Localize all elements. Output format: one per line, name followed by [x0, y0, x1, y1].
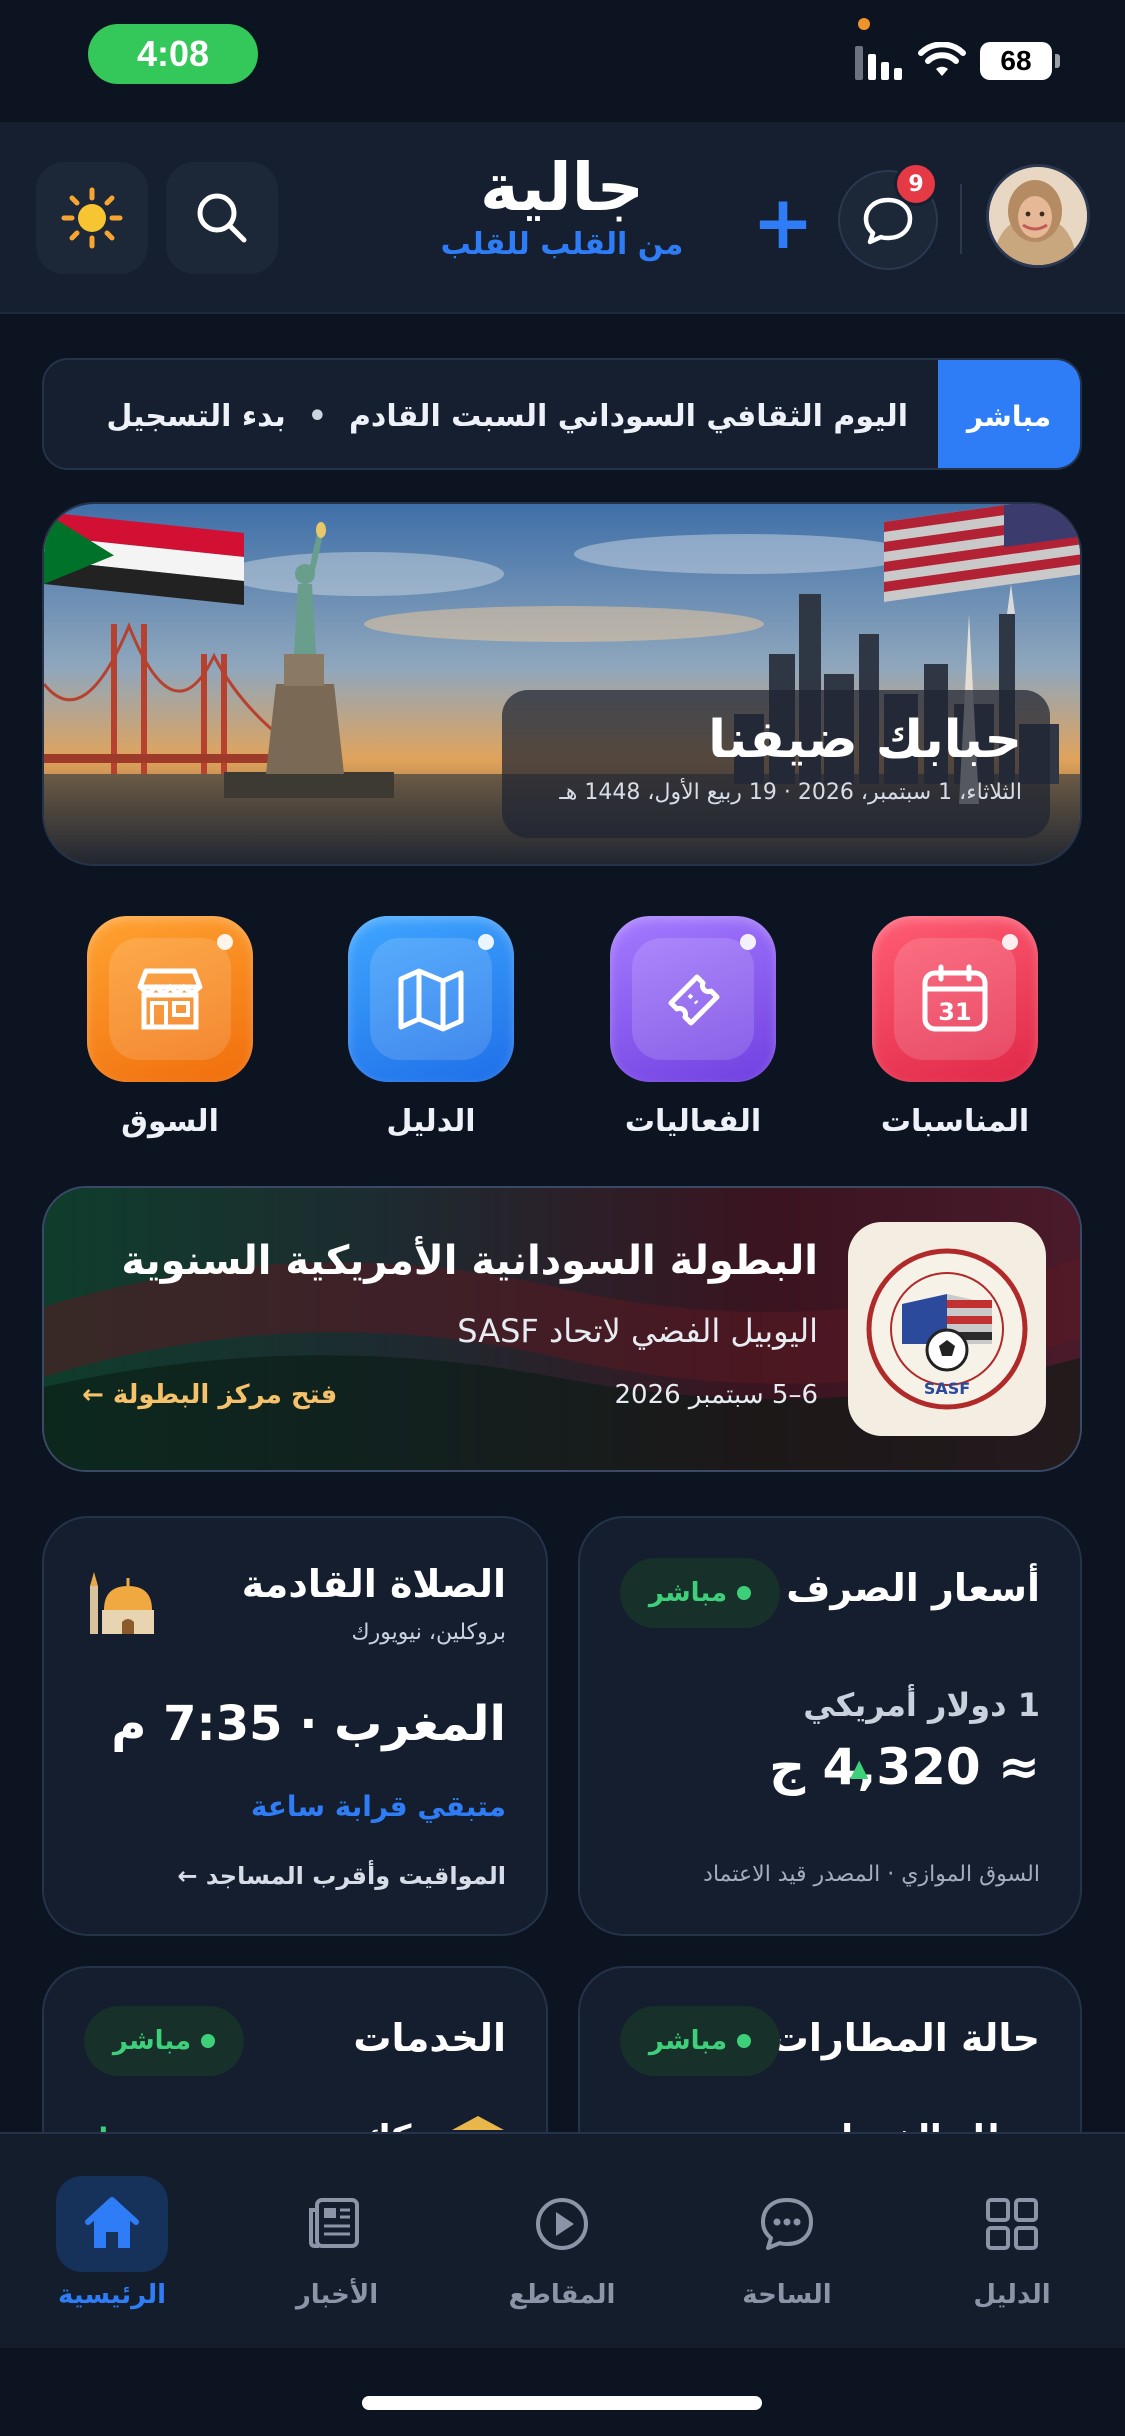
- card-title: حالة المطارات: [770, 2016, 1040, 2060]
- prayer-remaining: متبقي قرابة ساعة: [250, 1790, 506, 1823]
- ticker-live-label: مباشر: [938, 360, 1080, 468]
- map-icon: [348, 916, 514, 1082]
- exchange-source: السوق الموازي · المصدر قيد الاعتماد: [703, 1862, 1040, 1887]
- quick-action-label: الدليل: [386, 1104, 476, 1139]
- championship-subtitle: اليوبيل الفضي لاتحاد SASF: [457, 1312, 818, 1350]
- ticker-item: بدء التسجيل: [106, 398, 286, 434]
- nav-label: الساحة: [742, 2280, 832, 2310]
- trend-up-icon: ▲: [850, 1754, 869, 1782]
- add-post-button[interactable]: +: [752, 186, 814, 260]
- store-icon: [87, 916, 253, 1082]
- quick-action-events[interactable]: 31 المناسبات: [855, 916, 1055, 1139]
- championship-dates: 6–5 سبتمبر 2026: [614, 1380, 819, 1410]
- nav-news[interactable]: الأخبار: [237, 2134, 437, 2350]
- user-avatar[interactable]: [986, 164, 1090, 268]
- app-header: جالية من القلب للقلب + 9: [0, 122, 1125, 314]
- bottom-navigation: الرئيسية الأخبار المقاطع الساحة الدليل: [0, 2132, 1125, 2348]
- battery-icon: 68: [980, 42, 1060, 80]
- quick-actions: 31 المناسبات الفعاليات الدليل السوق: [0, 916, 1125, 1156]
- app-tagline: من القلب للقلب: [440, 226, 684, 262]
- mosque-icon: [90, 1572, 154, 1634]
- ticket-icon: [610, 916, 776, 1082]
- nav-label: الدليل: [973, 2280, 1051, 2310]
- prayer-location: بروكلين، نيويورك: [351, 1620, 507, 1645]
- nav-label: الأخبار: [295, 2280, 379, 2310]
- ticker-separator: •: [307, 398, 327, 434]
- live-dot: [737, 2034, 752, 2048]
- sasf-logo: SASF: [848, 1222, 1046, 1436]
- championship-title: البطولة السودانية الأمريكية السنوية: [121, 1238, 818, 1284]
- status-bar: 4:08 68: [0, 0, 1125, 120]
- live-badge: مباشر: [620, 2006, 780, 2076]
- card-title: الصلاة القادمة: [241, 1562, 506, 1606]
- cellular-signal-icon: [852, 44, 902, 80]
- card-title: الخدمات: [353, 2016, 506, 2060]
- notification-badge: 9: [894, 162, 938, 206]
- search-icon: [197, 193, 247, 243]
- ticker-text: اليوم الثقافي السوداني السبت القادم • بد…: [106, 360, 908, 468]
- live-label: مباشر: [648, 1578, 728, 1608]
- news-icon: [281, 2176, 393, 2272]
- quick-action-label: السوق: [121, 1104, 219, 1139]
- nav-clips[interactable]: المقاطع: [462, 2134, 662, 2350]
- grid-icon: [956, 2176, 1068, 2272]
- card-title: أسعار الصرف: [786, 1566, 1040, 1610]
- prayer-next-time: المغرب · 7:35 م: [111, 1696, 506, 1752]
- privacy-indicator: [858, 18, 870, 30]
- live-label: مباشر: [112, 2026, 192, 2056]
- live-badge: مباشر: [620, 1558, 780, 1628]
- app-title: جالية: [479, 149, 645, 226]
- exchange-unit: 1 دولار أمريكي: [803, 1686, 1040, 1724]
- live-dot: [201, 2034, 216, 2048]
- logo-text: SASF: [924, 1379, 970, 1398]
- open-championship-link[interactable]: فتح مركز البطولة ←: [82, 1380, 337, 1410]
- exchange-value: ≈ 4,320 ج: [769, 1738, 1040, 1796]
- status-time: 4:08: [88, 24, 258, 84]
- home-indicator[interactable]: [362, 2396, 762, 2410]
- nav-directory[interactable]: الدليل: [912, 2134, 1112, 2350]
- nav-home[interactable]: الرئيسية: [12, 2134, 212, 2350]
- quick-action-activities[interactable]: الفعاليات: [593, 916, 793, 1139]
- home-icon: [56, 2176, 168, 2272]
- next-prayer-card[interactable]: الصلاة القادمة بروكلين، نيويورك المغرب ·…: [42, 1516, 548, 1936]
- news-ticker[interactable]: مباشر اليوم الثقافي السوداني السبت القاد…: [42, 358, 1082, 470]
- messages-button[interactable]: 9: [838, 162, 938, 270]
- calendar-icon: 31: [872, 916, 1038, 1082]
- quick-action-label: المناسبات: [880, 1104, 1030, 1139]
- play-icon: [506, 2176, 618, 2272]
- bottom-safe-area: [0, 2348, 1125, 2436]
- app-brand: جالية من القلب للقلب: [412, 149, 712, 262]
- championship-banner[interactable]: SASF البطولة السودانية الأمريكية السنوية…: [42, 1186, 1082, 1472]
- ticker-item: اليوم الثقافي السوداني السبت القادم: [348, 398, 908, 434]
- nav-label: المقاطع: [508, 2280, 616, 2310]
- exchange-rates-card[interactable]: أسعار الصرف مباشر 1 دولار أمريكي ≈ 4,320…: [578, 1516, 1082, 1936]
- hero-title: حبابك ضيفنا: [708, 710, 1022, 770]
- hero-banner[interactable]: حبابك ضيفنا الثلاثاء، 1 سبتمبر، 2026 · 1…: [42, 502, 1082, 866]
- quick-action-label: الفعاليات: [624, 1104, 762, 1139]
- quick-action-directory[interactable]: الدليل: [331, 916, 531, 1139]
- live-label: مباشر: [648, 2026, 728, 2056]
- live-badge: مباشر: [84, 2006, 244, 2076]
- prayer-times-link[interactable]: المواقيت وأقرب المساجد ←: [177, 1862, 506, 1890]
- hero-date: الثلاثاء، 1 سبتمبر، 2026 · 19 ربيع الأول…: [559, 780, 1022, 805]
- search-button[interactable]: [166, 162, 278, 274]
- live-dot: [737, 1586, 752, 1600]
- quick-action-market[interactable]: السوق: [70, 916, 270, 1139]
- wifi-icon: [918, 42, 966, 76]
- header-divider: [960, 184, 962, 254]
- sun-icon: [61, 187, 123, 249]
- nav-plaza[interactable]: الساحة: [687, 2134, 887, 2350]
- nav-label: الرئيسية: [57, 2280, 167, 2310]
- chat-bubble-icon: [731, 2176, 843, 2272]
- hero-caption: حبابك ضيفنا الثلاثاء، 1 سبتمبر، 2026 · 1…: [502, 690, 1050, 838]
- calendar-day: 31: [938, 998, 971, 1026]
- theme-toggle-button[interactable]: [36, 162, 148, 274]
